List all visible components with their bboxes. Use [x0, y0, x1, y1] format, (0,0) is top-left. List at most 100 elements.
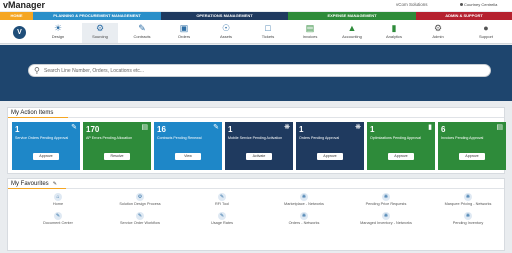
- bank-icon: ▲: [347, 23, 357, 33]
- action-card-invoices: 6 ▤ Invoices Pending Approval Approve: [438, 122, 506, 170]
- search-box: ⚲: [28, 64, 491, 77]
- card-title: Invoices Pending Approval: [441, 136, 484, 140]
- favourite-item[interactable]: ✎ RFI Tool: [187, 193, 257, 207]
- favourite-label: Home: [52, 202, 64, 206]
- globe-icon: ☉: [221, 23, 231, 33]
- favourite-item[interactable]: ❋ Pending Inventory: [433, 212, 503, 226]
- action-card-optimizations: 1 ▮ Optimizations Pending Approval Appro…: [367, 122, 435, 170]
- lightbulb-icon: ☀: [53, 23, 63, 33]
- favourite-label: Orders - Networks: [288, 221, 320, 225]
- network-icon: ❋: [284, 124, 290, 131]
- network-icon: ❋: [382, 212, 390, 220]
- favourites-grid: ⌂ Home ⚙ Solution Design Process ✎ RFI Tool…: [8, 189, 506, 251]
- card-title: AP Errors Pending Allocation: [86, 136, 133, 140]
- favourite-item[interactable]: ⌂ Home: [23, 193, 93, 207]
- nav-label: Analytics: [385, 34, 402, 39]
- nav-label: Orders: [177, 34, 191, 39]
- favourites-panel: My Favourites ✎ ⌂ Home ⚙ Solution Design Pr…: [7, 178, 505, 251]
- nav-contracts[interactable]: ✎ Contracts: [124, 23, 160, 43]
- user-icon: [460, 3, 463, 7]
- search-input[interactable]: [44, 66, 474, 76]
- action-items-header: My Action Items: [8, 108, 504, 118]
- nav-tickets[interactable]: □ Tickets: [250, 23, 286, 43]
- company-name[interactable]: vCom Solutions: [396, 2, 428, 8]
- nav-support[interactable]: ● Support: [468, 23, 504, 43]
- search-icon: ⚲: [34, 66, 40, 75]
- module-tab-admin-support[interactable]: ADMIN & SUPPORT: [416, 12, 512, 20]
- nav-label: Assets: [219, 34, 232, 39]
- module-tab-planning-procurement[interactable]: PLANNING & PROCUREMENT MANAGEMENT: [33, 12, 161, 20]
- approve-button[interactable]: Approve: [317, 153, 343, 160]
- card-title: Contracts Pending Renewal: [157, 136, 202, 140]
- action-card-ap-errors: 170 ▤ AP Errors Pending Allocation Resol…: [83, 122, 151, 170]
- approve-button[interactable]: Approve: [388, 153, 414, 160]
- module-nav: HOME PLANNING & PROCUREMENT MANAGEMENT O…: [0, 12, 512, 20]
- favourite-item[interactable]: ❋ Marketplace - Networks: [269, 193, 339, 207]
- favourite-item[interactable]: ⚙ Solution Design Process: [105, 193, 175, 207]
- favourite-label: Service Order Workflow: [119, 221, 161, 225]
- card-count: 1: [228, 125, 233, 134]
- module-tab-expense[interactable]: EXPENSE MANAGEMENT: [288, 12, 416, 20]
- pen-icon: ✎: [54, 212, 62, 220]
- icon-nav-bar: V ☀ Design ⚙ Sourcing ✎ Contracts ▣ Orders ☉…: [0, 20, 512, 64]
- resolve-button[interactable]: Resolve: [104, 153, 130, 160]
- favourite-label: Marquee Pricing - Networks: [444, 202, 492, 206]
- card-count: 16: [157, 125, 166, 134]
- ticket-icon: □: [265, 23, 271, 33]
- view-button[interactable]: View: [175, 153, 201, 160]
- card-count: 1: [15, 125, 20, 134]
- nav-label: Tickets: [261, 34, 275, 39]
- favourite-label: RFI Tool: [214, 202, 230, 206]
- cart-icon: ▣: [179, 23, 189, 33]
- network-icon: ❋: [382, 193, 390, 201]
- nav-label: Contracts: [133, 34, 151, 39]
- favourite-item[interactable]: ✎ Usage Rates: [187, 212, 257, 226]
- module-tab-home[interactable]: HOME: [0, 12, 33, 20]
- favourite-item[interactable]: ❋ Pending Price Requests: [351, 193, 421, 207]
- chart-icon: ▮: [428, 124, 432, 131]
- nav-invoices[interactable]: ▤ Invoices: [292, 23, 328, 43]
- action-items-panel: My Action Items 1 ✎ Service Orders Pendi…: [7, 107, 506, 174]
- nav-label: Accounting: [342, 34, 362, 39]
- favourite-item[interactable]: ❋ Managed Inventory - Networks: [351, 212, 421, 226]
- card-title: Mobile Service Pending Activation: [228, 136, 283, 140]
- nav-assets[interactable]: ☉ Assets: [208, 23, 244, 43]
- favourite-item[interactable]: ❋ Orders - Networks: [269, 212, 339, 226]
- favourites-header: My Favourites ✎: [8, 179, 504, 189]
- app-logo[interactable]: V: [13, 26, 26, 39]
- card-title: Optimizations Pending Approval: [370, 136, 421, 140]
- nav-accounting[interactable]: ▲ Accounting: [334, 23, 370, 43]
- card-count: 1: [370, 125, 375, 134]
- nav-sourcing[interactable]: ⚙ Sourcing: [82, 23, 118, 43]
- favourite-label: Marketplace - Networks: [284, 202, 324, 206]
- card-count: 6: [441, 125, 446, 134]
- network-icon: ❋: [300, 212, 308, 220]
- user-icon: ●: [483, 23, 489, 33]
- nav-label: Admin: [432, 34, 444, 39]
- favourite-item[interactable]: ✎ Service Order Workflow: [105, 212, 175, 226]
- nav-admin[interactable]: ⚙ Admin: [420, 23, 456, 43]
- action-cards: 1 ✎ Service Orders Pending Approval Appr…: [12, 122, 506, 170]
- approve-button[interactable]: Approve: [459, 153, 485, 160]
- user-menu[interactable]: Courtney Centrella: [460, 2, 497, 8]
- pen-icon: ✎: [71, 124, 77, 131]
- card-title: Service Orders Pending Approval: [15, 136, 69, 140]
- card-count: 1: [299, 125, 304, 134]
- activate-button[interactable]: Activate: [246, 153, 272, 160]
- favourite-label: Usage Rates: [211, 221, 233, 225]
- nav-analytics[interactable]: ▮ Analytics: [376, 23, 412, 43]
- network-icon: ❋: [464, 212, 472, 220]
- nav-label: Sourcing: [92, 34, 108, 39]
- network-icon: ❋: [300, 193, 308, 201]
- nav-orders[interactable]: ▣ Orders: [166, 23, 202, 43]
- nav-design[interactable]: ☀ Design: [40, 23, 76, 43]
- gear-icon: ⚙: [95, 23, 105, 33]
- home-icon: ⌂: [54, 193, 62, 201]
- favourite-item[interactable]: ✎ Document Center: [23, 212, 93, 226]
- favourite-item[interactable]: ❋ Marquee Pricing - Networks: [433, 193, 503, 207]
- module-tab-operations[interactable]: OPERATIONS MANAGEMENT: [161, 12, 288, 20]
- action-items-title: My Action Items: [11, 110, 54, 116]
- approve-button[interactable]: Approve: [33, 153, 59, 160]
- nav-label: Invoices: [302, 34, 318, 39]
- edit-pencil-icon[interactable]: ✎: [53, 181, 57, 187]
